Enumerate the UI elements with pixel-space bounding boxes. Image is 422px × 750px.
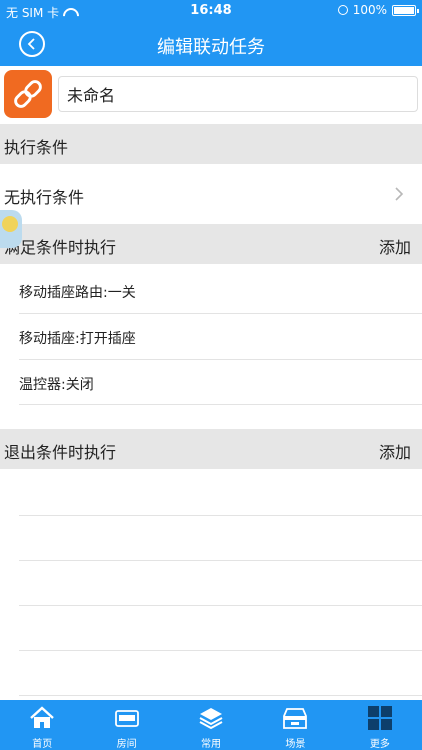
list-item-label: 移动插座:打开插座 <box>19 331 136 347</box>
conditions-header-title: 执行条件 <box>4 138 69 157</box>
list-item[interactable]: 移动插座:打开插座 <box>0 314 422 360</box>
list-item[interactable]: 移动插座路由:一关 <box>0 268 422 314</box>
home-icon <box>30 706 55 728</box>
tab-label: 房间 <box>116 739 137 750</box>
tab-home[interactable]: 首页 <box>0 700 84 750</box>
satisfy-header: 满足条件时执行 添加 <box>0 224 422 264</box>
divider <box>19 695 422 696</box>
conditions-header: 执行条件 <box>0 124 422 164</box>
nav-bar: 编辑联动任务 <box>0 22 422 66</box>
list-item-label: 温控器:关闭 <box>19 377 94 393</box>
status-right: 100% <box>337 3 419 17</box>
divider <box>19 605 422 606</box>
tab-common[interactable]: 常用 <box>169 700 253 750</box>
floating-assistant-icon[interactable] <box>0 210 22 248</box>
rotation-lock-icon <box>337 5 348 15</box>
page-title: 编辑联动任务 <box>157 37 265 58</box>
tab-label: 更多 <box>369 739 390 750</box>
scene-icon <box>283 708 308 729</box>
divider <box>19 650 422 651</box>
exit-header: 退出条件时执行 添加 <box>0 429 422 469</box>
condition-row-label: 无执行条件 <box>4 188 85 207</box>
battery-icon <box>392 4 419 16</box>
divider <box>19 515 422 516</box>
chevron-right-icon <box>395 187 404 201</box>
list-item[interactable]: 温控器:关闭 <box>0 360 422 406</box>
tab-bar: 首页 房间 常用 场景 更多 <box>0 700 422 750</box>
tab-scene[interactable]: 场景 <box>253 700 337 750</box>
list-item-label: 移动插座路由:一关 <box>19 285 136 301</box>
task-name-input[interactable] <box>58 76 418 112</box>
divider <box>19 560 422 561</box>
battery-percent: 100% <box>352 3 387 17</box>
divider <box>19 404 422 405</box>
link-icon-glyph <box>14 80 42 108</box>
condition-row[interactable]: 无执行条件 <box>0 165 422 223</box>
exit-header-title: 退出条件时执行 <box>4 443 117 462</box>
exit-add-button[interactable]: 添加 <box>379 439 411 463</box>
layers-icon <box>199 708 223 730</box>
grid-icon <box>367 706 392 730</box>
link-icon[interactable] <box>4 70 52 118</box>
satisfy-add-button[interactable]: 添加 <box>379 234 411 258</box>
tab-more[interactable]: 更多 <box>338 700 422 750</box>
room-icon <box>114 710 139 727</box>
tab-label: 首页 <box>32 739 53 750</box>
tab-label: 场景 <box>285 739 306 750</box>
tab-room[interactable]: 房间 <box>84 700 168 750</box>
tab-label: 常用 <box>201 739 222 750</box>
task-name-row <box>0 66 422 124</box>
status-bar: 无 SIM 卡 16:48 100% <box>0 0 422 22</box>
